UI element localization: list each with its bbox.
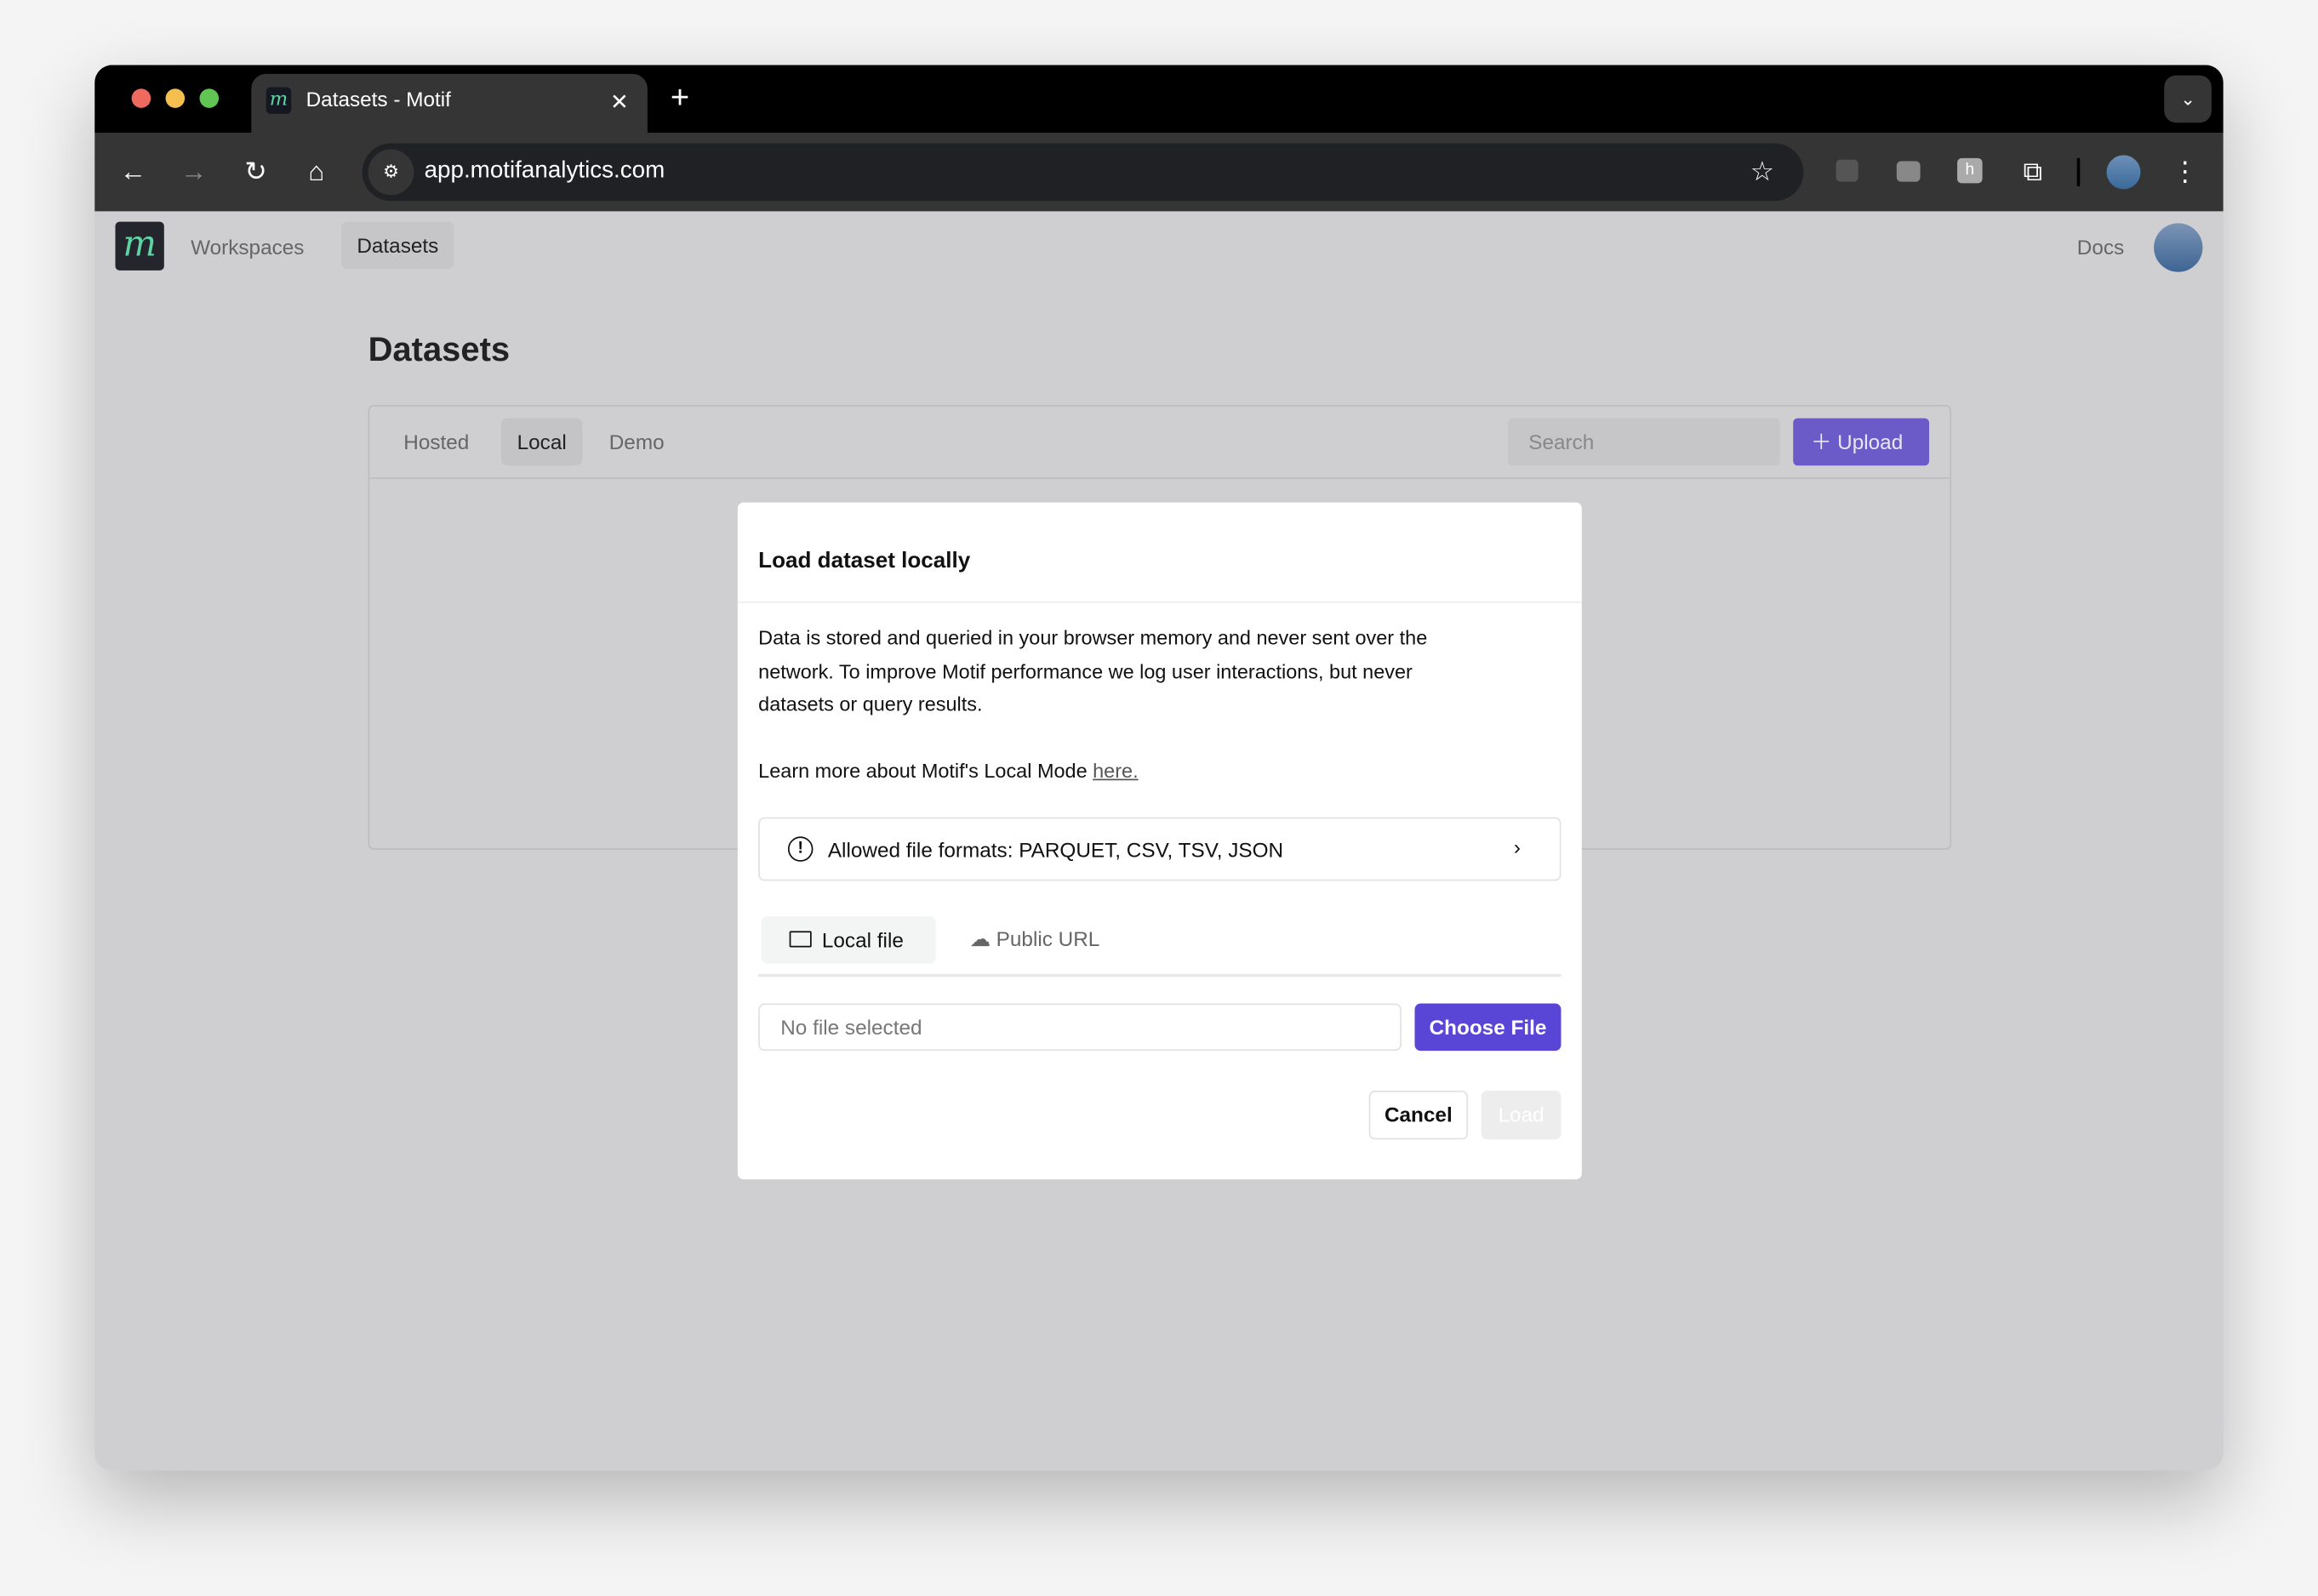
tab-local-file[interactable]: Local file	[761, 916, 936, 964]
forward-icon[interactable]: →	[176, 154, 212, 190]
page-title: Datasets	[368, 329, 511, 368]
tab-label: Public URL	[996, 926, 1100, 951]
url-text[interactable]: app.motifanalytics.com	[425, 158, 665, 185]
browser-toolbar: ← → ↻ ⌂ ⚙ app.motifanalytics.com ☆ h ⧉ ⋮	[94, 133, 2224, 212]
profile-avatar[interactable]	[2106, 155, 2141, 190]
browser-window: m Datasets - Motif ✕ + ⌄ ← → ↻ ⌂ ⚙ app.m…	[94, 65, 2224, 1471]
tab-hosted[interactable]: Hosted	[403, 430, 469, 454]
divider	[2076, 157, 2081, 186]
tab-label: Local file	[821, 927, 904, 952]
camera-icon[interactable]	[1896, 161, 1921, 182]
upload-button[interactable]: ＋ Upload	[1793, 418, 1930, 466]
divider	[369, 477, 1950, 479]
close-window-button[interactable]	[131, 88, 151, 108]
chevron-right-icon: ›	[1513, 835, 1522, 859]
puzzle-icon[interactable]: ⧉	[2015, 154, 2051, 190]
site-settings-icon[interactable]: ⚙	[368, 149, 414, 196]
star-icon[interactable]: ☆	[1744, 154, 1780, 190]
motif-favicon: m	[265, 87, 292, 114]
nav-workspaces[interactable]: Workspaces	[191, 235, 304, 259]
upload-label: Upload	[1837, 430, 1904, 454]
close-tab-icon[interactable]: ✕	[602, 86, 637, 122]
divider	[737, 601, 1582, 603]
modal-body-line: Data is stored and queried in your brows…	[758, 626, 1428, 649]
address-bar[interactable]: ⚙ app.motifanalytics.com ☆	[362, 143, 1804, 202]
minimize-window-button[interactable]	[165, 88, 186, 108]
choose-file-button[interactable]: Choose File	[1414, 1003, 1562, 1052]
modal-body-line: network. To improve Motif performance we…	[758, 659, 1413, 682]
motif-logo[interactable]: m	[115, 221, 164, 271]
honey-extension-icon[interactable]: h	[1957, 157, 1983, 184]
info-icon: !	[787, 836, 814, 862]
maximize-window-button[interactable]	[199, 88, 220, 108]
modal-body-line: datasets or query results.	[758, 693, 983, 715]
tab-local[interactable]: Local	[500, 418, 583, 466]
formats-text: Allowed file formats: PARQUET, CSV, TSV,…	[827, 837, 1284, 862]
tab-bar: m Datasets - Motif ✕ + ⌄	[94, 65, 2224, 134]
new-tab-icon[interactable]: +	[662, 79, 698, 116]
user-avatar[interactable]	[2154, 223, 2203, 272]
tab-search-chevron-down-icon[interactable]: ⌄	[2164, 75, 2212, 123]
search-input[interactable]: Search	[1507, 418, 1780, 466]
cloud-download-icon: ☁	[969, 926, 996, 951]
tab-public-url[interactable]: ☁ Public URL	[970, 926, 1100, 952]
allowed-formats-accordion[interactable]: ! Allowed file formats: PARQUET, CSV, TS…	[758, 817, 1562, 881]
tab-title: Datasets - Motif	[305, 87, 451, 111]
cancel-button[interactable]: Cancel	[1368, 1091, 1469, 1140]
browser-tab[interactable]: m Datasets - Motif ✕	[251, 73, 648, 134]
docs-link[interactable]: Docs	[2077, 235, 2124, 259]
learn-more-text: Learn more about Motif's Local Mode	[758, 759, 1093, 782]
plus-icon: ＋	[1811, 430, 1838, 454]
tab-demo[interactable]: Demo	[609, 430, 665, 454]
divider	[758, 973, 1562, 978]
reload-icon[interactable]: ↻	[238, 154, 274, 190]
nav-datasets[interactable]: Datasets	[341, 221, 454, 270]
app: m Workspaces Datasets Docs Datasets Host…	[94, 211, 2224, 1471]
kebab-menu-icon[interactable]: ⋮	[2167, 154, 2203, 190]
laptop-icon	[789, 931, 812, 948]
file-input[interactable]: No file selected	[758, 1003, 1402, 1052]
learn-more-link[interactable]: here.	[1093, 760, 1138, 782]
extension-icon[interactable]	[1836, 159, 1858, 182]
modal-title: Load dataset locally	[758, 548, 971, 574]
home-icon[interactable]: ⌂	[299, 154, 334, 190]
load-dataset-modal: Load dataset locally Data is stored and …	[737, 502, 1582, 1180]
back-icon[interactable]: ←	[116, 154, 151, 190]
load-button[interactable]: Load	[1481, 1091, 1562, 1140]
